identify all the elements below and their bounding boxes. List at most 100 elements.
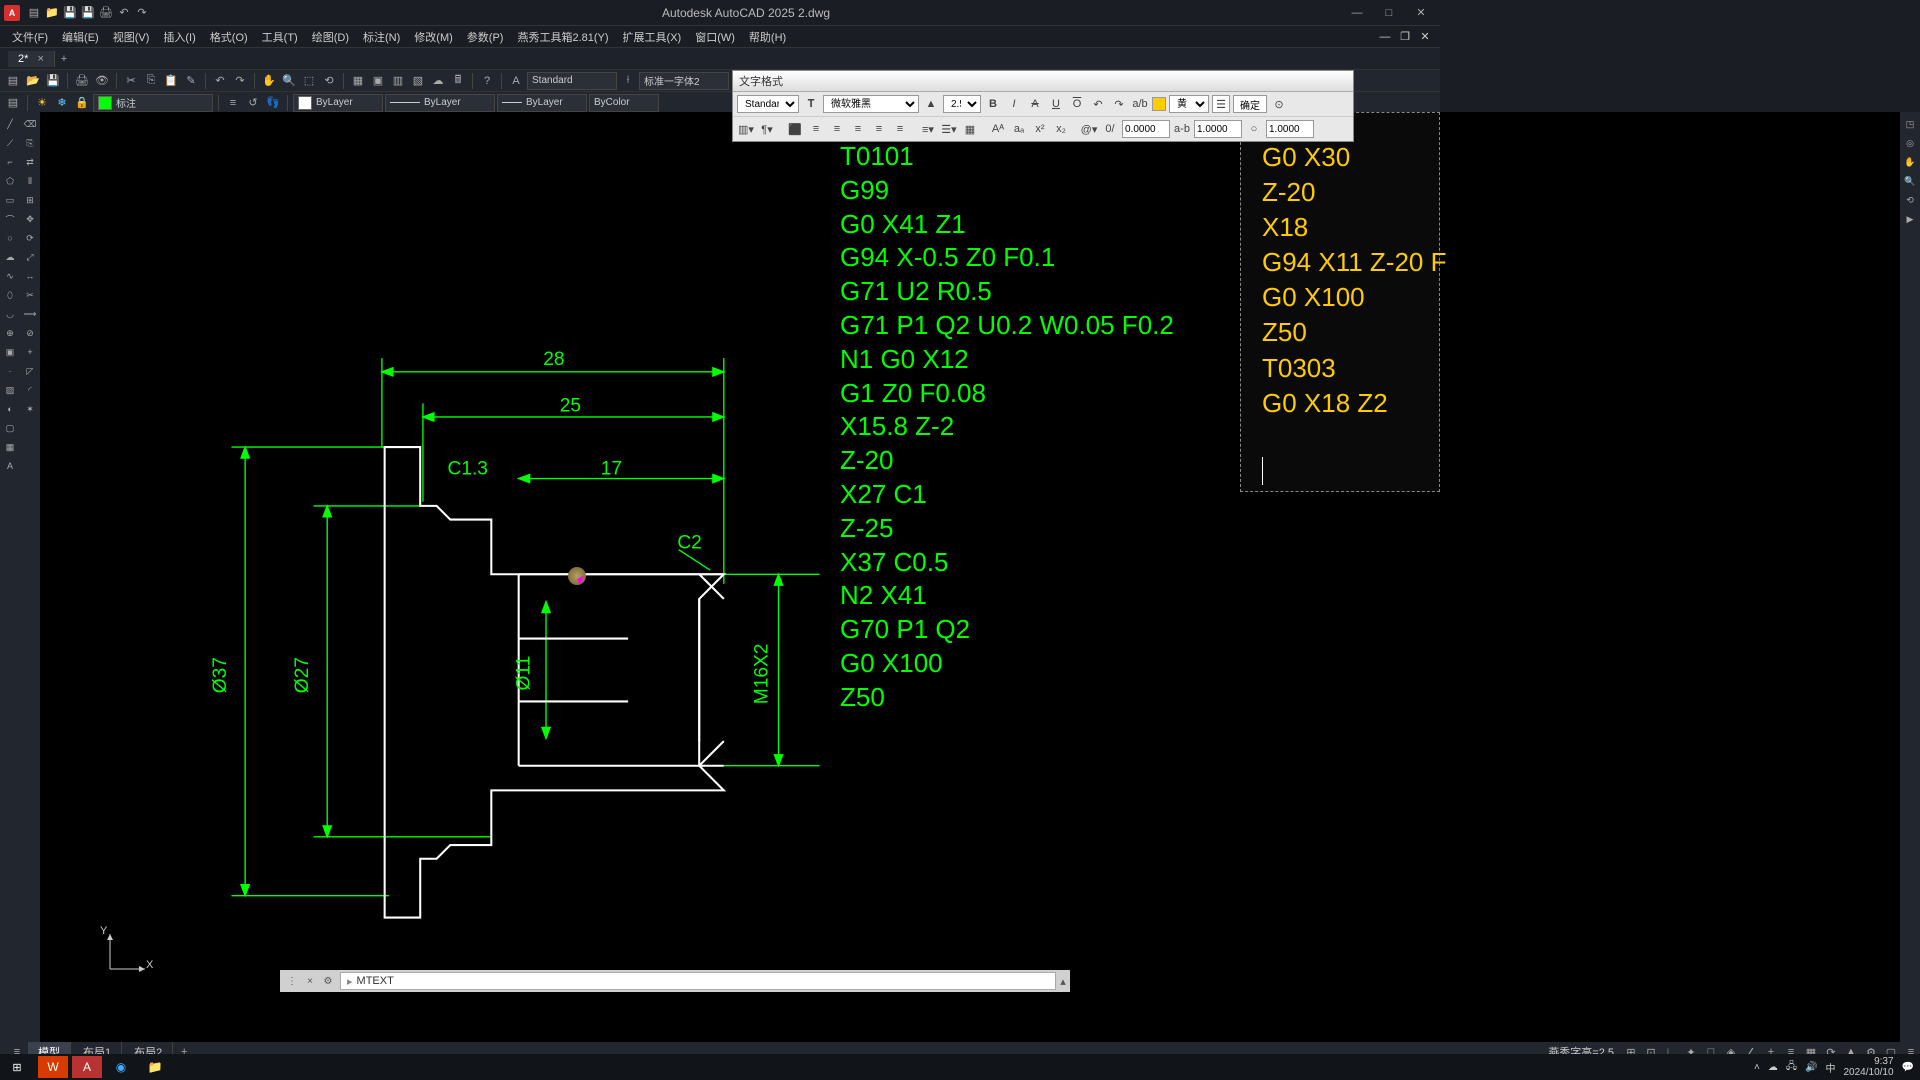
- command-line[interactable]: ⋮ × ⚙ ▸ MTEXT ▴: [280, 970, 1070, 992]
- taskbar-app-autocad[interactable]: A: [72, 1056, 102, 1078]
- cmd-customize-icon[interactable]: ⚙: [320, 973, 336, 989]
- insert-icon[interactable]: ⊕: [2, 325, 18, 341]
- te-numbering-button[interactable]: ☰▾: [940, 120, 958, 138]
- circle-icon[interactable]: ○: [2, 230, 18, 246]
- fillet-icon[interactable]: ◜: [22, 382, 38, 398]
- trim-icon[interactable]: ✂: [22, 287, 38, 303]
- menu-tools[interactable]: 工具(T): [256, 27, 304, 47]
- doc-close-icon[interactable]: ✕: [1416, 28, 1434, 46]
- te-overline-button[interactable]: O: [1068, 95, 1086, 113]
- arc-icon[interactable]: ⌒: [2, 211, 18, 227]
- app-icon[interactable]: A: [4, 5, 20, 21]
- cmd-history-icon[interactable]: ⋮: [284, 973, 300, 989]
- tray-ime[interactable]: 中: [1825, 1060, 1835, 1075]
- ellipsearc-icon[interactable]: ◡: [2, 306, 18, 322]
- layer-freeze-icon[interactable]: ❄: [53, 94, 71, 112]
- menu-parametric[interactable]: 参数(P): [461, 27, 510, 47]
- cut-icon[interactable]: ✂: [122, 72, 140, 90]
- pan-icon[interactable]: ✋: [260, 72, 278, 90]
- point-icon[interactable]: ·: [2, 363, 18, 379]
- nav-cube-icon[interactable]: ◳: [1902, 116, 1918, 132]
- te-font-select[interactable]: 微软雅黑: [823, 95, 919, 113]
- drawing-canvas[interactable]: 28 25 17 C1.3 C2 Ø37 Ø27 Ø11 M16X2 T0101…: [40, 112, 1900, 1042]
- layer-on-icon[interactable]: ☀: [33, 94, 51, 112]
- zoom-icon[interactable]: 🔍: [280, 72, 298, 90]
- print-icon[interactable]: 🖨: [73, 72, 91, 90]
- te-options-button[interactable]: ⊙: [1270, 95, 1288, 113]
- minimize-button[interactable]: ―: [1342, 3, 1372, 23]
- gcode-yellow-text[interactable]: G0 X30 Z-20 X18 G94 X11 Z-20 F G0 X100 Z…: [1262, 140, 1447, 421]
- te-align-right-button[interactable]: ≡: [849, 120, 867, 138]
- polygon-icon[interactable]: ⬠: [2, 173, 18, 189]
- tray-up-icon[interactable]: ˄: [1754, 1062, 1760, 1073]
- tab-add-icon[interactable]: +: [55, 50, 73, 68]
- te-align-left-button[interactable]: ≡: [807, 120, 825, 138]
- menu-help[interactable]: 帮助(H): [743, 27, 792, 47]
- menu-window[interactable]: 窗口(W): [689, 27, 741, 47]
- cmd-expand-icon[interactable]: ▴: [1056, 975, 1070, 988]
- te-underline-button[interactable]: U: [1047, 95, 1065, 113]
- close-button[interactable]: ✕: [1406, 3, 1436, 23]
- menu-format[interactable]: 格式(O): [204, 27, 254, 47]
- spline-icon[interactable]: ∿: [2, 268, 18, 284]
- te-color-select[interactable]: 黄: [1169, 95, 1209, 113]
- command-input[interactable]: ▸ MTEXT: [340, 972, 1056, 990]
- gradient-icon[interactable]: ◐: [2, 401, 18, 417]
- copy-icon[interactable]: ⎘: [142, 72, 160, 90]
- te-ruler-button[interactable]: ☰: [1212, 95, 1230, 113]
- hatch-icon[interactable]: ▨: [2, 382, 18, 398]
- qat-new-icon[interactable]: ▤: [26, 5, 42, 21]
- rotate-icon[interactable]: ⟳: [22, 230, 38, 246]
- te-linespacing-button[interactable]: ≡▾: [919, 120, 937, 138]
- tray-volume-icon[interactable]: 🔊: [1805, 1062, 1817, 1073]
- lineweight-select[interactable]: ByLayer: [497, 94, 587, 112]
- redo-icon[interactable]: ↷: [231, 72, 249, 90]
- erase-icon[interactable]: ⌫: [22, 116, 38, 132]
- text-format-panel[interactable]: 文字格式 Standard 𝐓 微软雅黑 ▲ 2.5 B I A U O ↶ ↷…: [732, 70, 1354, 142]
- menu-yanxiu[interactable]: 燕秀工具箱2.81(Y): [511, 27, 614, 47]
- match-icon[interactable]: ✎: [182, 72, 200, 90]
- qat-saveas-icon[interactable]: 💾: [80, 5, 96, 21]
- menu-edit[interactable]: 编辑(E): [56, 27, 105, 47]
- textstyle-select[interactable]: Standard: [527, 72, 617, 90]
- preview-icon[interactable]: 👁: [93, 72, 111, 90]
- textstyle-icon[interactable]: A: [507, 72, 525, 90]
- calc-icon[interactable]: 🖩: [449, 72, 467, 90]
- table-icon[interactable]: ▦: [2, 439, 18, 455]
- menu-insert[interactable]: 插入(I): [157, 27, 201, 47]
- te-redo-button[interactable]: ↷: [1110, 95, 1128, 113]
- nav-showmotion-icon[interactable]: ▶: [1902, 211, 1918, 227]
- taskbar-app-explorer[interactable]: 📁: [140, 1056, 170, 1078]
- new-icon[interactable]: ▤: [4, 72, 22, 90]
- move-icon[interactable]: ✥: [22, 211, 38, 227]
- menu-view[interactable]: 视图(V): [107, 27, 156, 47]
- undo-icon[interactable]: ↶: [211, 72, 229, 90]
- te-paragraph-button[interactable]: ¶▾: [758, 120, 776, 138]
- taskbar-app-3d[interactable]: ◉: [106, 1056, 136, 1078]
- te-align-dist-button[interactable]: ≡: [891, 120, 909, 138]
- region-icon[interactable]: ▢: [2, 420, 18, 436]
- break-icon[interactable]: ⊘: [22, 325, 38, 341]
- array-icon[interactable]: ⊞: [22, 192, 38, 208]
- paste-icon[interactable]: 📋: [162, 72, 180, 90]
- mirror-icon[interactable]: ⇄: [22, 154, 38, 170]
- taskbar-app-wps[interactable]: W: [38, 1056, 68, 1078]
- te-field-button[interactable]: ▦: [961, 120, 979, 138]
- te-superscript-button[interactable]: x²: [1031, 120, 1049, 138]
- te-bold-button[interactable]: B: [984, 95, 1002, 113]
- maximize-button[interactable]: □: [1374, 3, 1404, 23]
- te-align-tl-button[interactable]: ⬛: [786, 120, 804, 138]
- block-icon[interactable]: ▣: [2, 344, 18, 360]
- rectangle-icon[interactable]: ▭: [2, 192, 18, 208]
- menu-draw[interactable]: 绘图(D): [306, 27, 355, 47]
- menu-express[interactable]: 扩展工具(X): [617, 27, 688, 47]
- layer-select[interactable]: 标注: [93, 94, 213, 112]
- te-columns-button[interactable]: ▥▾: [737, 120, 755, 138]
- cmd-close-icon[interactable]: ×: [302, 973, 318, 989]
- sheetset-icon[interactable]: ▧: [409, 72, 427, 90]
- revcloud-icon[interactable]: ☁: [2, 249, 18, 265]
- polyline-icon[interactable]: ⌐: [2, 154, 18, 170]
- menu-modify[interactable]: 修改(M): [408, 27, 459, 47]
- layer-lock-icon[interactable]: 🔒: [73, 94, 91, 112]
- tray-onedrive-icon[interactable]: ☁: [1768, 1062, 1778, 1073]
